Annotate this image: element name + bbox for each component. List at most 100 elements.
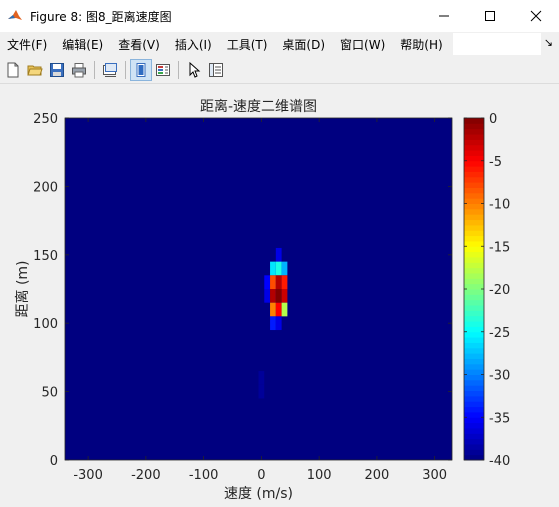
- colorbar-segment: [464, 406, 484, 413]
- heatmap-cell: [270, 302, 276, 317]
- colorbar-segment: [464, 395, 484, 402]
- colorbar-segment: [464, 182, 484, 188]
- x-axis-label: 速度 (m/s): [224, 486, 293, 502]
- colorbar-segment: [464, 347, 484, 354]
- colorbar-segment: [464, 187, 484, 194]
- colorbar-segment: [464, 379, 484, 386]
- print-icon: [72, 63, 86, 78]
- colorbar-tick-label: -30: [489, 369, 510, 384]
- figure-toolbar: [0, 57, 559, 84]
- maximize-button[interactable]: [467, 0, 513, 32]
- heatmap-cell: [275, 289, 282, 303]
- colorbar-segment: [464, 262, 484, 269]
- colorbar-segment: [464, 299, 484, 306]
- colorbar-segment: [464, 310, 484, 317]
- colorbar-segment: [464, 438, 484, 445]
- save-icon: [50, 63, 64, 77]
- colorbar-segment: [464, 374, 484, 381]
- matlab-logo-icon: [6, 7, 24, 25]
- window-title-bar: Figure 8: 图8_距离速度图: [0, 0, 559, 33]
- heatmap-cell: [270, 261, 276, 276]
- heatmap-cell: [275, 275, 282, 289]
- heatmap-cell: [275, 261, 282, 276]
- colorbar-segment: [464, 256, 484, 263]
- colorbar-segment: [464, 321, 484, 327]
- colorbar-segment: [464, 267, 484, 274]
- link-plot-button[interactable]: [99, 59, 121, 81]
- menu-insert[interactable]: 插入(I): [168, 36, 220, 53]
- plot-area: -300 -200 -100 0 100 200 300 0 50 100 150 200 250: [33, 112, 453, 483]
- y-tick-label: 0: [50, 454, 58, 469]
- edit-plot-icon: [209, 63, 223, 77]
- y-tick-label: 150: [33, 249, 58, 264]
- edit-plot-button[interactable]: [205, 59, 227, 81]
- menu-desktop[interactable]: 桌面(D): [275, 36, 333, 53]
- heatmap-cell: [281, 261, 288, 276]
- close-icon: [530, 10, 542, 22]
- heatmap-cell: [270, 316, 276, 331]
- colorbar-segment: [464, 342, 484, 349]
- toolbar-separator: [125, 61, 126, 79]
- colorbar-segment: [464, 401, 484, 408]
- menu-bar-empty-area: [452, 33, 541, 55]
- menu-window[interactable]: 窗口(W): [333, 36, 393, 53]
- menu-tools[interactable]: 工具(T): [220, 36, 276, 53]
- menu-file[interactable]: 文件(F): [0, 36, 55, 53]
- pointer-button[interactable]: [183, 59, 205, 81]
- menu-view[interactable]: 查看(V): [111, 36, 168, 53]
- colorbar-segment: [464, 160, 484, 167]
- colorbar-tick-label: -15: [489, 240, 510, 255]
- menu-help[interactable]: 帮助(H): [393, 36, 450, 53]
- print-button[interactable]: [68, 59, 90, 81]
- new-figure-icon: [7, 62, 19, 78]
- x-tick-label: 0: [257, 468, 265, 483]
- heatmap-cell: [275, 316, 282, 331]
- colorbar-segment: [464, 449, 484, 456]
- colorbar-segment: [464, 208, 484, 215]
- insert-colorbar-button[interactable]: [152, 59, 174, 81]
- colorbar-segment: [464, 443, 484, 450]
- heatmap-cell: [281, 302, 288, 317]
- x-tick-label: 300: [422, 468, 447, 483]
- close-button[interactable]: [513, 0, 559, 32]
- colorbar-segment: [464, 422, 484, 429]
- new-figure-button[interactable]: [2, 59, 24, 81]
- heatmap-cell: [264, 289, 271, 303]
- hide-plot-tools-button[interactable]: [130, 59, 152, 81]
- colorbar-segment: [464, 305, 484, 311]
- heatmap-cell: [270, 275, 276, 289]
- colorbar-tick-label: 0: [489, 112, 497, 127]
- colorbar-segment: [464, 118, 484, 124]
- colorbar-segment: [464, 224, 484, 231]
- open-file-button[interactable]: [24, 59, 46, 81]
- colorbar-segment: [464, 331, 484, 338]
- x-tick-label: -300: [73, 468, 103, 483]
- x-tick-label: 200: [364, 468, 389, 483]
- colorbar-segment: [464, 219, 484, 226]
- colorbar-segment: [464, 192, 484, 199]
- heatmap-background: [65, 118, 452, 460]
- x-tick-label: -200: [131, 468, 161, 483]
- minimize-button[interactable]: [421, 0, 467, 32]
- chart-title: 距离-速度二维谱图: [200, 98, 317, 115]
- colorbar-segment: [464, 230, 484, 237]
- y-tick-label: 200: [33, 180, 58, 195]
- colorbar-segment: [464, 144, 484, 151]
- colorbar-segment: [464, 358, 484, 365]
- colorbar-segment: [464, 134, 484, 140]
- save-button[interactable]: [46, 59, 68, 81]
- colorbar-segment: [464, 353, 484, 359]
- window-title: Figure 8: 图8_距离速度图: [30, 9, 172, 24]
- colorbar-segment: [464, 278, 484, 285]
- colorbar-segment: [464, 294, 484, 301]
- colorbar-segment: [464, 128, 484, 135]
- minimize-icon: [439, 15, 449, 17]
- menu-overflow-arrow-icon[interactable]: ↘: [544, 36, 553, 49]
- colorbar-tick-label: -20: [489, 283, 510, 298]
- menu-bar: 文件(F) 编辑(E) 查看(V) 插入(I) 工具(T) 桌面(D) 窗口(W…: [0, 32, 559, 56]
- y-tick-label: 100: [33, 317, 58, 332]
- colorbar-tick-label: -5: [489, 155, 502, 170]
- menu-edit[interactable]: 编辑(E): [55, 36, 111, 53]
- heatmap-cell: [270, 289, 276, 303]
- colorbar-segment: [464, 235, 484, 242]
